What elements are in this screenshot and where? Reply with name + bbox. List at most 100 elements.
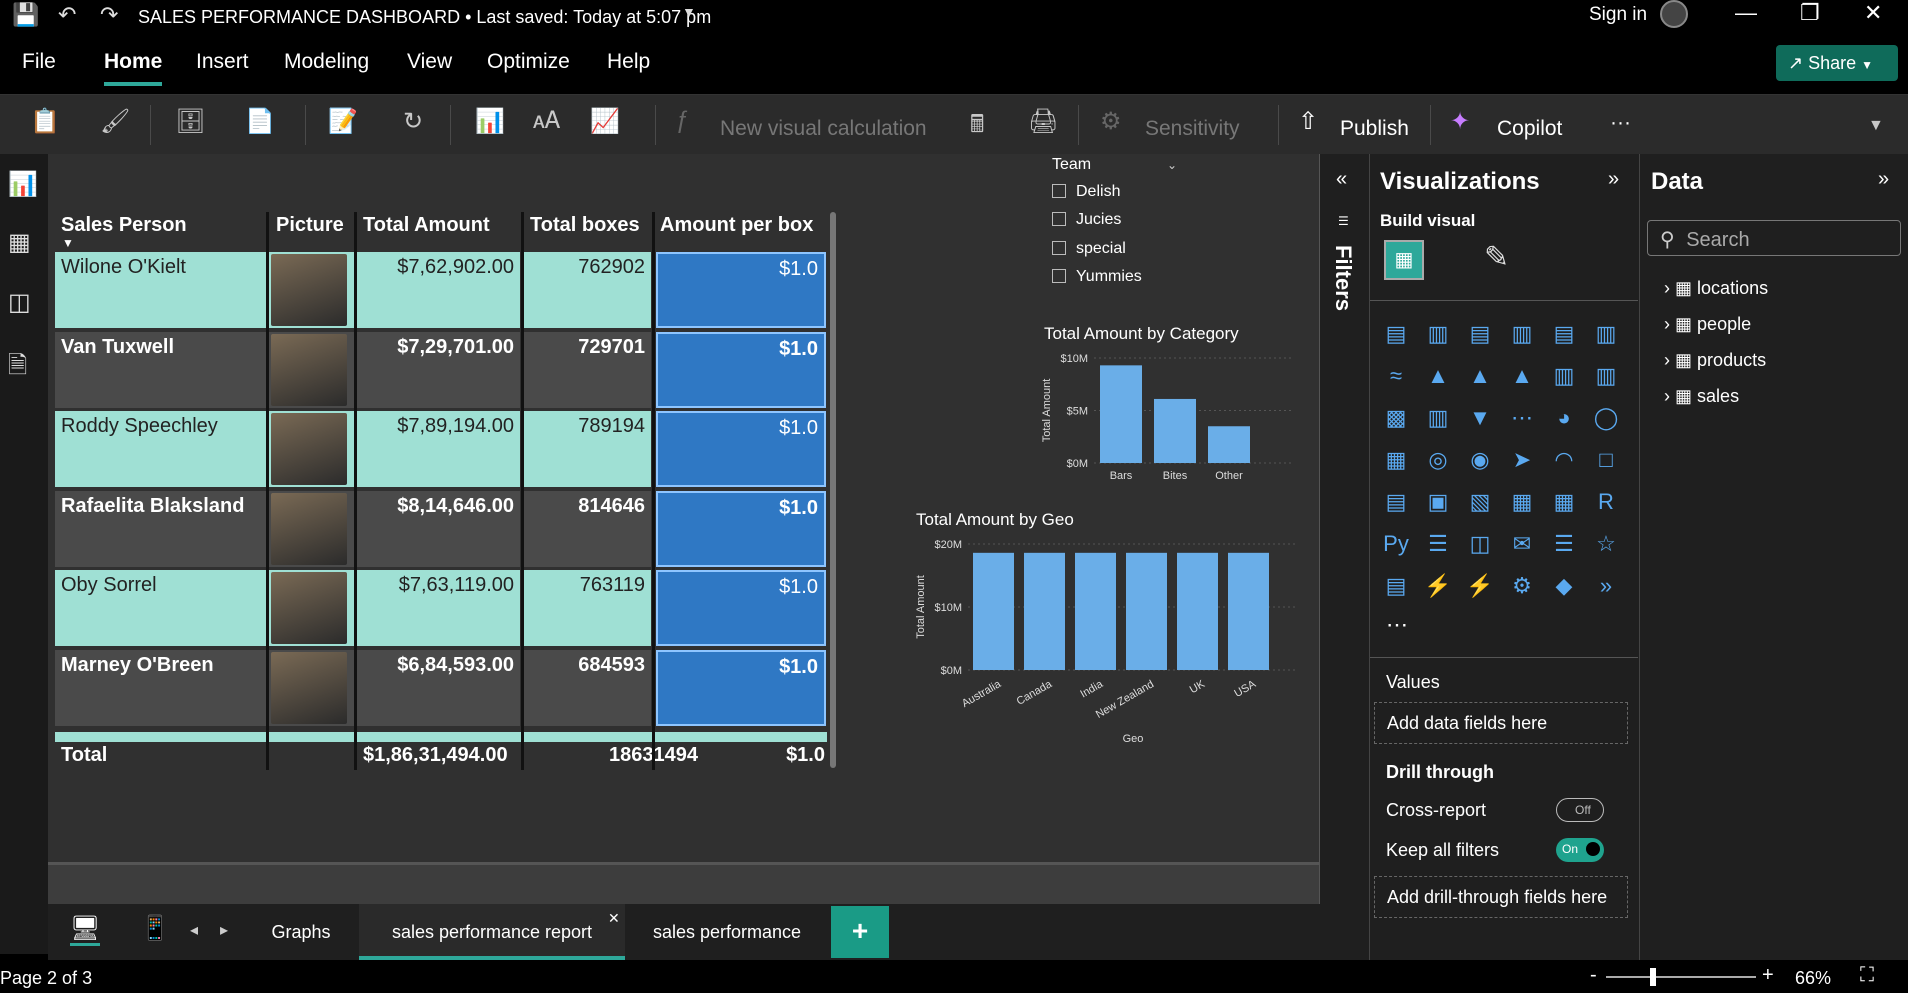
more-visuals-icon[interactable]: ⋯	[1386, 612, 1408, 638]
table-row[interactable]: Oby Sorrel $7,63,119.00 763119 $1.0	[55, 570, 827, 648]
column-header-sales-person[interactable]: Sales Person	[61, 214, 187, 237]
slicer-option-jucies[interactable]: Jucies	[1052, 211, 1121, 229]
chevron-down-icon[interactable]: ▼	[682, 4, 696, 20]
clustered-bar-icon[interactable]: ▤	[1464, 318, 1496, 350]
100-column-icon[interactable]: ▥	[1590, 318, 1622, 350]
dax-query-icon[interactable]: 🗎	[8, 348, 27, 389]
bar[interactable]	[1075, 552, 1116, 670]
more-visuals-icon[interactable]: 📈	[590, 107, 620, 136]
donut-icon[interactable]: ◯	[1590, 402, 1622, 434]
data-table-sales[interactable]: › ▦ sales	[1664, 386, 1739, 407]
restore-icon[interactable]: ❐	[1800, 0, 1820, 26]
values-dropzone[interactable]: Add data fields here	[1374, 702, 1628, 744]
qa-icon[interactable]: ✉	[1506, 528, 1538, 560]
undo-icon[interactable]: ↶	[58, 2, 76, 28]
bar[interactable]	[1100, 365, 1142, 463]
model-view-icon[interactable]: ◫	[8, 288, 31, 317]
r-visual-icon[interactable]: R	[1590, 486, 1622, 518]
menu-modeling[interactable]: Modeling	[284, 50, 369, 74]
power-apps-icon[interactable]: ⚡	[1422, 570, 1454, 602]
format-visual-tab-icon[interactable]: ✎	[1484, 240, 1509, 275]
expand-right-icon[interactable]: »	[1608, 168, 1619, 191]
format-painter-icon[interactable]: 🖌	[100, 107, 130, 136]
diamond-icon[interactable]: ◆	[1548, 570, 1580, 602]
sensitivity-button[interactable]: Sensitivity	[1145, 117, 1240, 141]
table-row[interactable]: Van Tuxwell $7,29,701.00 729701 $1.0	[55, 331, 827, 410]
geo-bar-chart[interactable]: $20M $10M $0M Total Amount Australia Canada In…	[910, 530, 1305, 755]
key-influencers-icon[interactable]: ☰	[1422, 528, 1454, 560]
recent-sources-icon[interactable]: 📄	[245, 107, 275, 136]
table-row[interactable]: Marney O'Breen $6,84,593.00 684593 $1.0	[55, 649, 827, 728]
matrix-icon[interactable]: ▦	[1548, 486, 1580, 518]
gauge-icon[interactable]: ◠	[1548, 444, 1580, 476]
multi-row-card-icon[interactable]: ▤	[1380, 486, 1412, 518]
menu-home[interactable]: Home	[104, 50, 162, 74]
bar[interactable]	[1228, 552, 1269, 670]
new-measure-icon[interactable]: 🖩	[970, 107, 984, 148]
paginated-report-icon[interactable]: ▤	[1380, 570, 1412, 602]
checkbox[interactable]	[1052, 212, 1066, 226]
metrics-icon[interactable]: ☆	[1590, 528, 1622, 560]
column-header-total-amount[interactable]: Total Amount	[363, 214, 490, 237]
collapse-left-icon[interactable]: «	[1336, 168, 1347, 191]
transform-data-icon[interactable]: 📝	[328, 107, 358, 136]
publish-button[interactable]: Publish	[1340, 117, 1409, 141]
line-icon[interactable]: ≈	[1380, 360, 1412, 392]
funnel-icon[interactable]: ▼	[1464, 402, 1496, 434]
pie-icon[interactable]: ◕	[1548, 402, 1580, 434]
chevron-icon[interactable]: »	[1590, 570, 1622, 602]
paste-icon[interactable]: 📋	[30, 107, 60, 136]
line-stacked-column-icon[interactable]: ▥	[1548, 360, 1580, 392]
bar[interactable]	[1208, 426, 1250, 463]
menu-insert[interactable]: Insert	[196, 50, 249, 74]
checkbox[interactable]	[1052, 241, 1066, 255]
window-title[interactable]: SALES PERFORMANCE DASHBOARD • Last saved…	[138, 7, 711, 28]
bar[interactable]	[1126, 552, 1167, 670]
mobile-view-icon[interactable]: 📱	[140, 914, 170, 943]
bar[interactable]	[1024, 552, 1065, 670]
filters-label[interactable]: Filters	[1330, 245, 1356, 311]
zoom-slider[interactable]	[1606, 968, 1756, 986]
prev-page-icon[interactable]: ◂	[190, 920, 198, 940]
add-page-button[interactable]: +	[831, 906, 889, 958]
keep-filters-toggle[interactable]: On	[1556, 838, 1604, 862]
copilot-button[interactable]: Copilot	[1497, 117, 1562, 141]
slicer-option-delish[interactable]: Delish	[1052, 183, 1120, 201]
menu-optimize[interactable]: Optimize	[487, 50, 570, 74]
azure-map-icon[interactable]: ➤	[1506, 444, 1538, 476]
clustered-column-icon[interactable]: ▥	[1506, 318, 1538, 350]
zoom-level[interactable]: 66%	[1795, 968, 1831, 989]
checkbox[interactable]	[1052, 184, 1066, 198]
sort-descending-icon[interactable]: ▼	[62, 236, 74, 250]
treemap-icon[interactable]: ▦	[1380, 444, 1412, 476]
text-box-icon[interactable]: 🗚	[533, 107, 560, 135]
scatter-icon[interactable]: ⋯	[1506, 402, 1538, 434]
redo-icon[interactable]: ↷	[100, 2, 118, 28]
100-bar-icon[interactable]: ▤	[1548, 318, 1580, 350]
table-row[interactable]: Roddy Speechley $7,89,194.00 789194 $1.0	[55, 411, 827, 489]
save-icon[interactable]: 💾	[12, 2, 39, 28]
line-clustered-column-icon[interactable]: ▥	[1590, 360, 1622, 392]
waterfall-icon[interactable]: ▥	[1422, 402, 1454, 434]
column-header-amount-per-box[interactable]: Amount per box	[660, 214, 813, 237]
stacked-bar-icon[interactable]: ▤	[1380, 318, 1412, 350]
stacked-area-icon[interactable]: ▲	[1464, 360, 1496, 392]
more-options-button[interactable]: ···	[1610, 111, 1631, 135]
ribbon-icon[interactable]: ▩	[1380, 402, 1412, 434]
area-icon[interactable]: ▲	[1422, 360, 1454, 392]
tab-sales-performance-report[interactable]: sales performance report	[359, 904, 625, 960]
next-page-icon[interactable]: ▸	[220, 920, 228, 940]
table-icon[interactable]: ▦	[1506, 486, 1538, 518]
tab-sales-performance[interactable]: sales performance	[627, 904, 827, 960]
python-visual-icon[interactable]: Py	[1380, 528, 1412, 560]
map-icon[interactable]: ◎	[1422, 444, 1454, 476]
chevron-down-icon[interactable]: ⌄	[1167, 158, 1177, 172]
data-table-locations[interactable]: › ▦ locations	[1664, 278, 1768, 299]
build-visual-tab-icon[interactable]: ▦	[1384, 240, 1424, 280]
refresh-icon[interactable]: ↻	[403, 107, 423, 136]
menu-view[interactable]: View	[407, 50, 452, 74]
fit-to-page-icon[interactable]: ⛶	[1860, 964, 1874, 987]
data-table-people[interactable]: › ▦ people	[1664, 314, 1751, 335]
tab-graphs[interactable]: Graphs	[243, 904, 359, 960]
drill-through-dropzone[interactable]: Add drill-through fields here	[1374, 876, 1628, 918]
